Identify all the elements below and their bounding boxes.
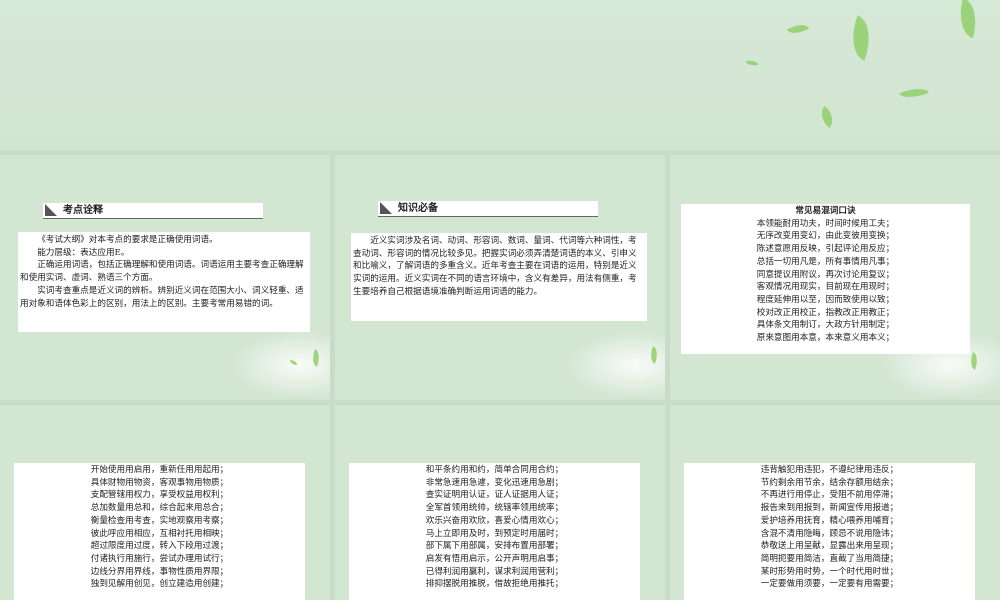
leaf-decoration <box>899 83 929 103</box>
mnemonic-line: 校对改正用校正，指教改正用教正； <box>756 307 895 318</box>
mnemonic-line: 超过限度用过度，转入下段用过渡； <box>90 541 229 552</box>
mnemonic-line: 支配管辖用权力，享受权益用权利； <box>90 490 229 501</box>
mnemonic-line: 同意提议用附议，再次讨论用复议； <box>756 269 895 280</box>
mnemonic-line: 恭敬送上用呈献，显露出来用呈现； <box>760 541 899 552</box>
leaf-decoration <box>843 15 879 61</box>
mnemonic-line: 报告来到用报到，新闻宣传用报道； <box>760 503 899 514</box>
mnemonic-line: 节约剩余用节余，结余存额用结余； <box>760 477 899 488</box>
mnemonic-box: 和平条约用和约，简单合同用合约； 非常急速用急遽，变化迅速用急剧； 查实证明用认… <box>349 463 640 600</box>
text-box: 近义实词涉及名词、动词、形容词、数词、量词、代词等六种词性，考查动词、形容词的情… <box>351 233 647 321</box>
title-banner <box>0 0 1000 150</box>
slide-mnemonic-2: 开始使用用启用，重新任用用起用； 具体财物用物资，客观事物用物质； 支配管辖用权… <box>0 405 330 600</box>
mnemonic-line: 马上立即用及时，到预定时用届时； <box>425 528 564 539</box>
mnemonic-list: 违背触犯用违犯，不遵纪律用违反； 节约剩余用节余，结余存额用结余； 不再进行用停… <box>688 464 971 591</box>
mnemonic-line: 一定要做用须要，一定要有用需要； <box>760 579 899 590</box>
mnemonic-line: 具体条文用制订，大政方针用制定； <box>756 320 895 331</box>
paragraph: 近义实词涉及名词、动词、形容词、数词、量词、代词等六种词性，考查动词、形容词的情… <box>353 236 637 297</box>
mnemonic-line: 原来意图用本意，本来意义用本义； <box>756 333 895 344</box>
mnemonic-line: 彼此呼应用相应，互相衬托用相映； <box>90 528 229 539</box>
paragraph: 正确运用词语，包括正确理解和使用词语。词语运用主要考查正确理解和使用实词、虚词、… <box>20 260 304 284</box>
section-heading: 知识必备 <box>378 201 598 217</box>
mnemonic-line: 欢乐兴奋用欢欣，喜爱心情用欢心； <box>425 515 564 526</box>
mnemonic-line: 查实证明用认证，证人证据用人证； <box>425 490 564 501</box>
paragraph: 《考试大纲》对本考点的要求是正确使用词语。 <box>37 235 218 245</box>
mnemonic-line: 衡量检查用考查，实地观察用考察； <box>90 515 229 526</box>
mnemonic-list: 开始使用用启用，重新任用用起用； 具体财物用物资，客观事物用物质； 支配管辖用权… <box>18 464 301 591</box>
mnemonic-title: 常见易混词口诀 <box>795 206 856 216</box>
slide-knowledge: 知识必备 近义实词涉及名词、动词、形容词、数词、量词、代词等六种词性，考查动词、… <box>335 155 665 400</box>
mnemonic-box: 违背触犯用违犯，不遵纪律用违反； 节约剩余用节余，结余存额用结余； 不再进行用停… <box>684 463 975 600</box>
mnemonic-line: 陈述意愿用反映，引起评论用反应； <box>756 244 895 255</box>
triangle-icon <box>45 204 57 216</box>
mnemonic-list: 本领能耐用功夫，时间时候用工夫； 无序改变用变幻，由此变彼用变换； 陈述意愿用反… <box>685 218 966 345</box>
mnemonic-line: 具体财物用物资，客观事物用物质； <box>90 477 229 488</box>
mnemonic-line: 不再进行用停止，受阻不前用停滞； <box>760 490 899 501</box>
mnemonic-line: 含混不清用隐晦，顾忌不说用隐讳； <box>760 528 899 539</box>
mnemonic-line: 付诸执行用施行，尝试办理用试行； <box>90 553 229 564</box>
mnemonic-line: 开始使用用启用，重新任用用起用； <box>90 465 229 475</box>
mnemonic-line: 无序改变用变幻，由此变彼用变换； <box>756 231 895 242</box>
mnemonic-line: 总括一切用凡是，所有事情用凡事； <box>756 256 895 267</box>
mnemonic-line: 客观情况用现实，目前现在用现时； <box>756 282 895 293</box>
mnemonic-line: 违背触犯用违犯，不遵纪律用违反； <box>760 465 899 475</box>
mnemonic-line: 独到见解用创见，创立建造用创建； <box>90 579 229 590</box>
mnemonic-line: 已得利润用赢利，谋求利润用营利； <box>425 566 564 577</box>
section-heading: 考点诠释 <box>43 203 263 219</box>
mnemonic-box: 开始使用用启用，重新任用用起用； 具体财物用物资，客观事物用物质； 支配管辖用权… <box>14 463 305 600</box>
paragraph: 能力层级：表达应用E。 <box>37 247 130 258</box>
leaf-decoration <box>815 105 839 129</box>
slide-exam-points: 考点诠释 《考试大纲》对本考点的要求是正确使用词语。 能力层级：表达应用E。 正… <box>0 155 330 400</box>
mnemonic-box: 常见易混词口诀 本领能耐用功夫，时间时候用工夫； 无序改变用变幻，由此变彼用变换… <box>681 204 970 354</box>
triangle-icon <box>380 202 392 214</box>
mnemonic-line: 某时形势用时势，一个时代用时世； <box>760 566 899 577</box>
slide-mnemonic-1: 常见易混词口诀 本领能耐用功夫，时间时候用工夫； 无序改变用变幻，由此变彼用变换… <box>670 155 1000 400</box>
leaf-decoration <box>953 0 983 38</box>
mnemonic-line: 全军首领用统帅，统辖率领用统率； <box>425 503 564 514</box>
mnemonic-line: 和平条约用和约，简单合同用合约； <box>425 465 564 475</box>
leaf-decoration <box>745 59 759 67</box>
mnemonic-line: 爱护培养用抚育，精心喂养用哺育； <box>760 515 899 526</box>
mnemonic-line: 本领能耐用功夫，时间时候用工夫； <box>756 218 895 229</box>
mnemonic-line: 部下属下用部属，安排布置用部署； <box>425 541 564 552</box>
paragraph: 实词考查重点是近义词的辨析。辨别近义词在范围大小、词义轻重、适用对象和语体色彩上… <box>20 285 304 309</box>
mnemonic-line: 启发有悟用启示，公开声明用启事； <box>425 553 564 564</box>
slide-mnemonic-4: 违背触犯用违犯，不遵纪律用违反； 节约剩余用节余，结余存额用结余； 不再进行用停… <box>670 405 1000 600</box>
mnemonic-line: 非常急速用急遽，变化迅速用急剧； <box>425 477 564 488</box>
heading-label: 知识必备 <box>398 203 438 214</box>
mnemonic-list: 和平条约用和约，简单合同用合约； 非常急速用急遽，变化迅速用急剧； 查实证明用认… <box>353 464 636 591</box>
leaf-decoration <box>786 19 810 39</box>
mnemonic-line: 总加数量用总和，综合起来用总合； <box>90 503 229 514</box>
slide-mnemonic-3: 和平条约用和约，简单合同用合约； 非常急速用急遽，变化迅速用急剧； 查实证明用认… <box>335 405 665 600</box>
mnemonic-line: 程度延伸用以至，因而致使用以致； <box>756 294 895 305</box>
mnemonic-line: 简明扼要用简洁，直截了当用简捷； <box>760 553 899 564</box>
glow-decoration <box>565 330 665 400</box>
text-box: 《考试大纲》对本考点的要求是正确使用词语。 能力层级：表达应用E。 正确运用词语… <box>18 232 310 332</box>
mnemonic-line: 边线分界用界线，事物性质用界限； <box>90 566 229 577</box>
mnemonic-line: 排抑摆脱用推脱，借故拒绝用推托； <box>425 579 564 590</box>
heading-label: 考点诠释 <box>63 205 103 216</box>
